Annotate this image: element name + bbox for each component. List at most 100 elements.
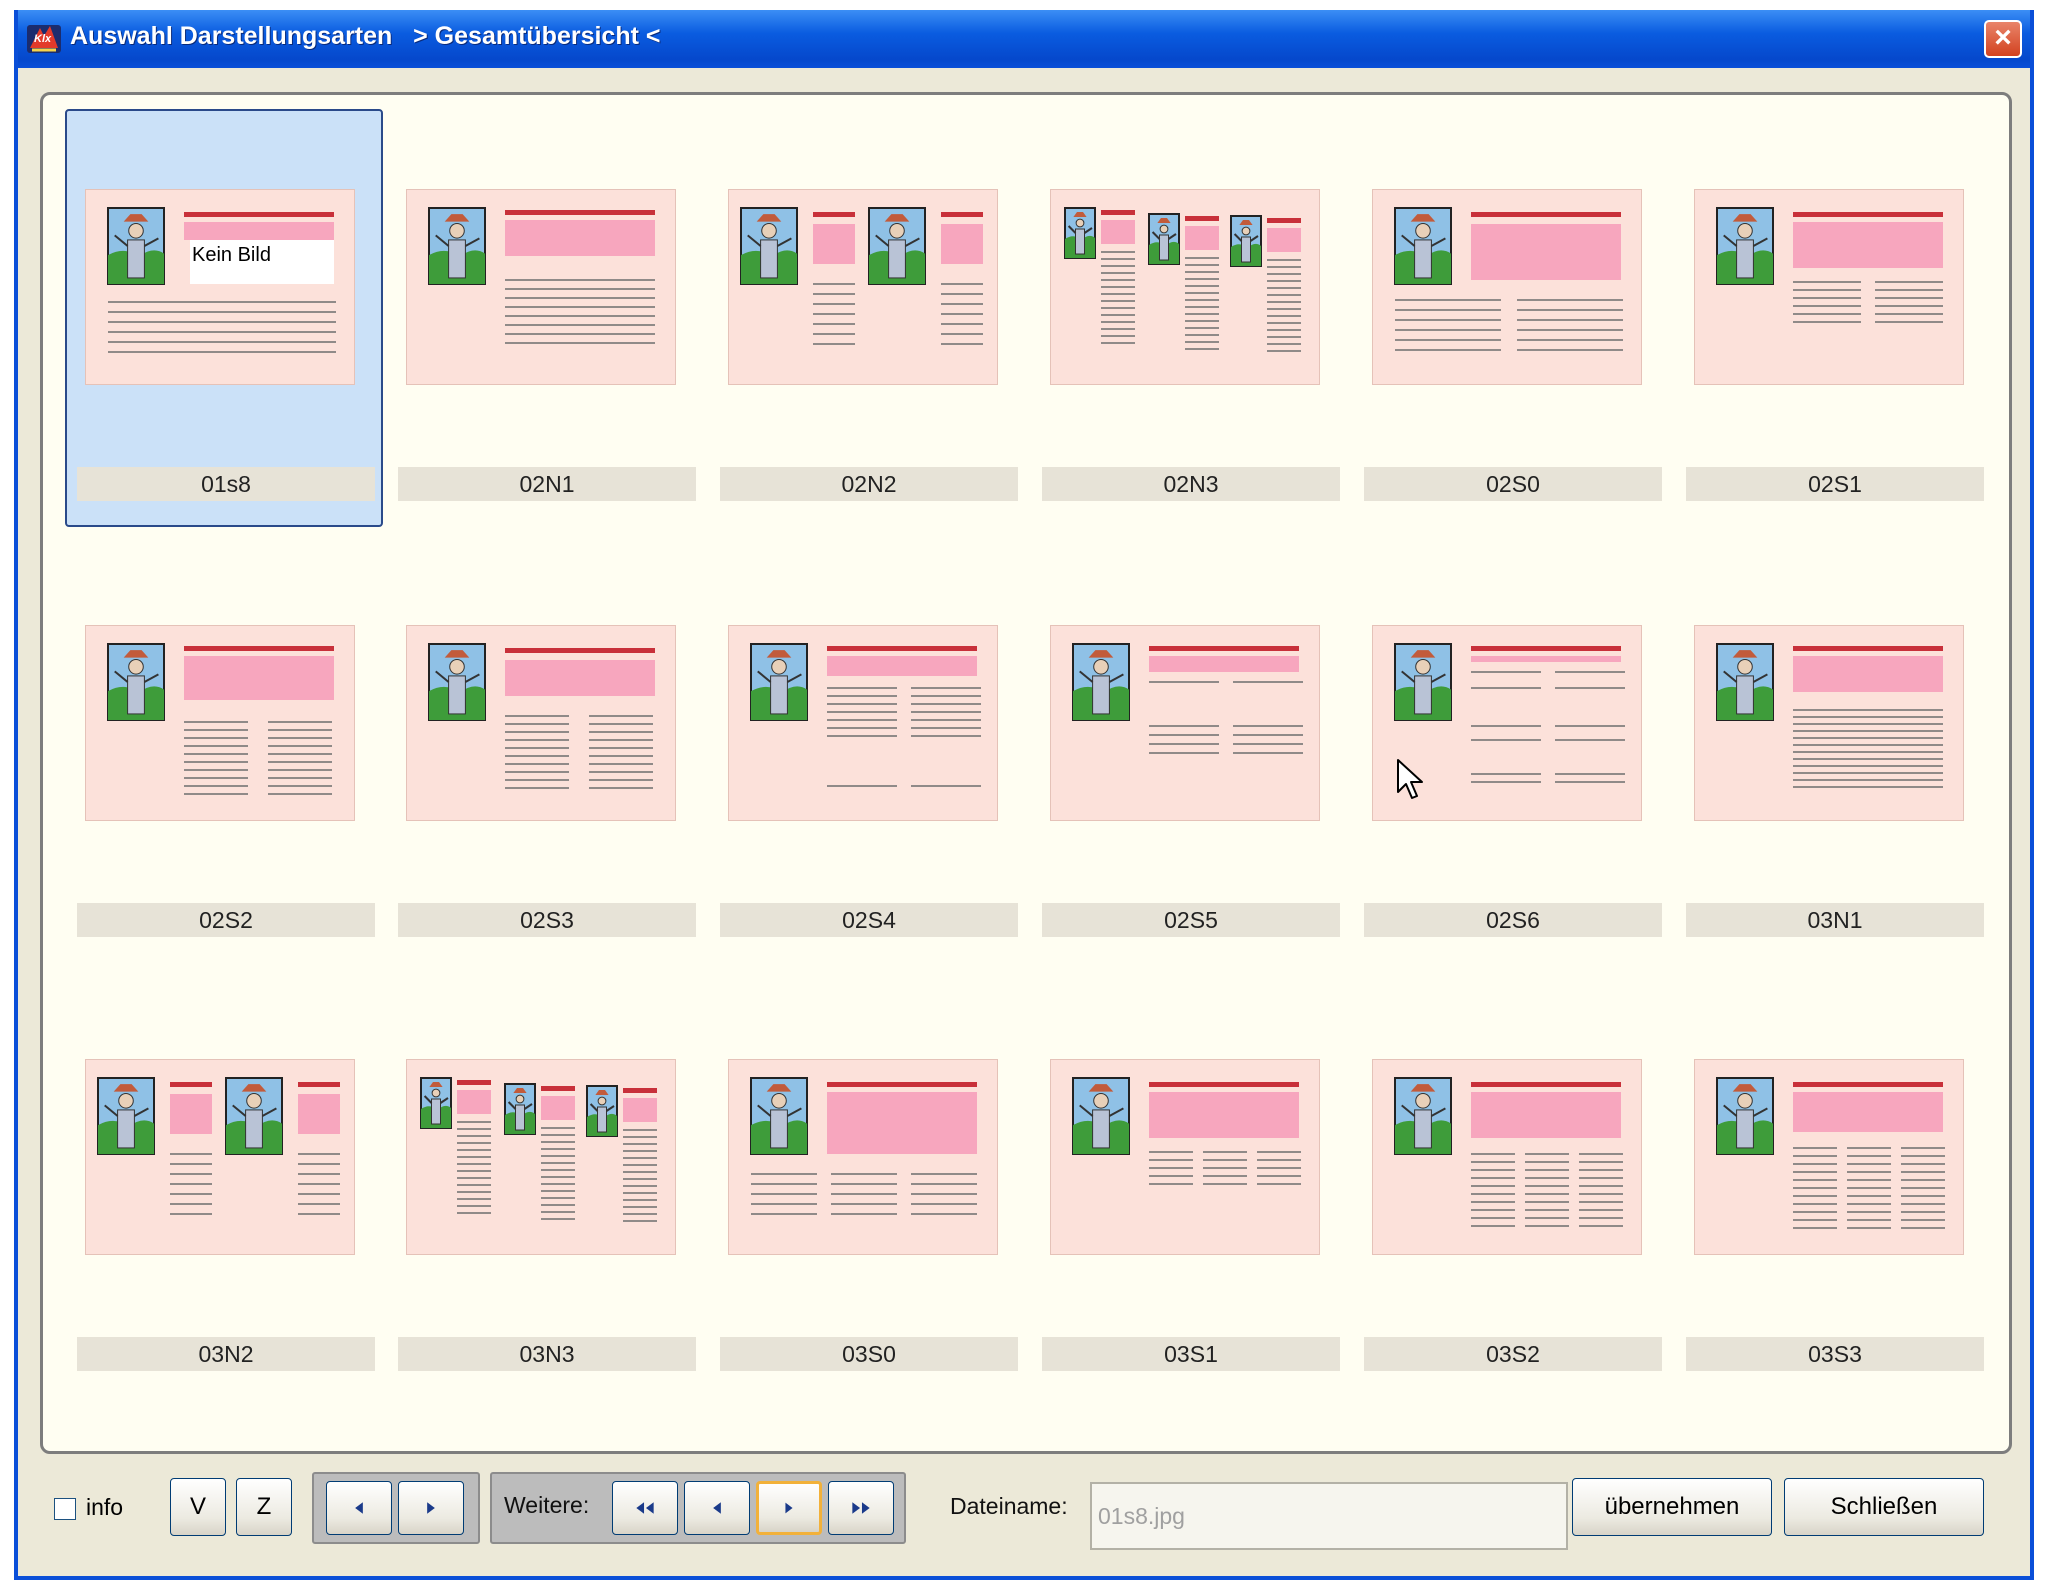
layout-option-02s4[interactable]: 02S4 [706, 543, 1028, 963]
layout-option-label: 02S1 [1686, 467, 1984, 501]
layout-preview-graphic [1072, 643, 1303, 754]
first-button[interactable] [612, 1481, 678, 1535]
mouse-pointer-icon [1397, 759, 1423, 799]
layout-option-label: 02N2 [720, 467, 1018, 501]
layout-option-02n1[interactable]: 02N1 [384, 107, 706, 527]
layout-option-label: 03S3 [1686, 1337, 1984, 1371]
app-logo-icon: Klx [27, 25, 61, 53]
portrait-image-icon [1394, 207, 1452, 285]
layout-option-label: 02S4 [720, 903, 1018, 937]
portrait-image-icon [750, 643, 808, 721]
no-image-text: Kein Bild [192, 244, 271, 266]
arrow-right-icon [785, 1502, 793, 1514]
portrait-image-icon [1230, 215, 1262, 267]
layout-preview-graphic [1716, 643, 1943, 788]
info-checkbox[interactable] [54, 1498, 76, 1520]
portrait-image-icon [868, 207, 926, 285]
layout-option-label: 02N3 [1042, 467, 1340, 501]
portrait-image-icon [1716, 643, 1774, 721]
forward-button[interactable] [756, 1481, 822, 1535]
z-button-label: Z [256, 1493, 272, 1520]
back-button[interactable] [684, 1481, 750, 1535]
portrait-image-icon [1716, 1077, 1774, 1155]
layout-option-02s2[interactable]: 02S2 [63, 543, 385, 963]
filename-field[interactable] [1090, 1482, 1568, 1550]
double-arrow-right-icon [852, 1502, 870, 1514]
layout-preview-graphic [107, 207, 336, 353]
layout-thumbnail [85, 625, 355, 821]
v-button[interactable]: V [170, 1478, 226, 1536]
layout-option-03n1[interactable]: 03N1 [1672, 543, 1994, 963]
apply-button[interactable]: übernehmen [1572, 1478, 1772, 1536]
portrait-image-icon [420, 1077, 452, 1129]
arrow-right-icon [427, 1502, 435, 1514]
layout-option-label: 02S0 [1364, 467, 1662, 501]
portrait-image-icon [107, 207, 165, 285]
dialog-window: Klx Auswahl Darstellungsarten > Gesamtüb… [14, 10, 2034, 1580]
layout-option-03s1[interactable]: 03S1 [1028, 977, 1350, 1397]
layout-thumbnail [728, 625, 998, 821]
close-button-label: Schließen [1830, 1493, 1938, 1520]
layout-option-03s3[interactable]: 03S3 [1672, 977, 1994, 1397]
portrait-image-icon [1072, 643, 1130, 721]
portrait-image-icon [1394, 1077, 1452, 1155]
layout-preview-graphic [750, 643, 981, 787]
last-button[interactable] [828, 1481, 894, 1535]
layout-option-label: 03N3 [398, 1337, 696, 1371]
layout-preview-graphic [428, 643, 655, 789]
portrait-image-icon [504, 1083, 536, 1135]
layout-option-label: 03S0 [720, 1337, 1018, 1371]
layout-option-label: 02N1 [398, 467, 696, 501]
layout-thumbnail [406, 625, 676, 821]
portrait-image-icon [586, 1085, 618, 1137]
layout-option-02s5[interactable]: 02S5 [1028, 543, 1350, 963]
page-nav-group [312, 1472, 480, 1544]
layout-option-01s8[interactable]: Kein Bild 01s8 [63, 107, 385, 527]
layout-option-label: 02S5 [1042, 903, 1340, 937]
prev-page-button[interactable] [326, 1481, 392, 1535]
layout-option-03s0[interactable]: 03S0 [706, 977, 1028, 1397]
layout-preview-graphic [740, 207, 983, 345]
layout-option-02s0[interactable]: 02S0 [1350, 107, 1672, 527]
layout-option-02s1[interactable]: 02S1 [1672, 107, 1994, 527]
layout-option-03n3[interactable]: 03N3 [384, 977, 706, 1397]
layout-option-03n2[interactable]: 03N2 [63, 977, 385, 1397]
layout-preview-graphic [420, 1077, 657, 1222]
layout-option-02n2[interactable]: 02N2 [706, 107, 1028, 527]
title-bar[interactable]: Klx Auswahl Darstellungsarten > Gesamtüb… [18, 10, 2030, 68]
layout-preview-graphic [107, 643, 334, 795]
layout-thumbnail [728, 1059, 998, 1255]
arrow-left-icon [355, 1502, 363, 1514]
layout-preview-graphic [1394, 1077, 1623, 1227]
weitere-label: Weitere: [504, 1492, 590, 1518]
close-window-button[interactable]: × [1984, 20, 2022, 58]
z-button[interactable]: Z [236, 1478, 292, 1536]
layout-option-02n3[interactable]: 02N3 [1028, 107, 1350, 527]
layout-option-label: 03N2 [77, 1337, 375, 1371]
arrow-left-icon [713, 1502, 721, 1514]
layout-thumbnail [1694, 625, 1964, 821]
layout-overview-panel: Kein Bild 01s8 02N1 02N2 02N3 02S0 02S1 02S2 02S… [40, 92, 2012, 1454]
layout-option-02s6[interactable]: 02S6 [1350, 543, 1672, 963]
layout-option-02s3[interactable]: 02S3 [384, 543, 706, 963]
layout-option-label: 02S6 [1364, 903, 1662, 937]
next-page-button[interactable] [398, 1481, 464, 1535]
portrait-image-icon [1064, 207, 1096, 259]
layout-preview-graphic [1716, 207, 1943, 323]
svg-text:Klx: Klx [34, 33, 52, 45]
layout-thumbnail [85, 1059, 355, 1255]
layout-preview-graphic [1394, 207, 1623, 351]
layout-preview-graphic [750, 1077, 977, 1215]
layout-preview-graphic [428, 207, 655, 344]
close-button[interactable]: Schließen [1784, 1478, 1984, 1536]
weitere-nav-group: Weitere: [490, 1472, 906, 1544]
layout-thumbnail [1050, 625, 1320, 821]
portrait-image-icon [1394, 643, 1452, 721]
layout-option-03s2[interactable]: 03S2 [1350, 977, 1672, 1397]
layout-thumbnail [1050, 1059, 1320, 1255]
layout-thumbnail [1694, 1059, 1964, 1255]
layout-option-label: 01s8 [77, 467, 375, 501]
portrait-image-icon [750, 1077, 808, 1155]
layout-thumbnail [406, 1059, 676, 1255]
apply-button-label: übernehmen [1604, 1493, 1740, 1520]
